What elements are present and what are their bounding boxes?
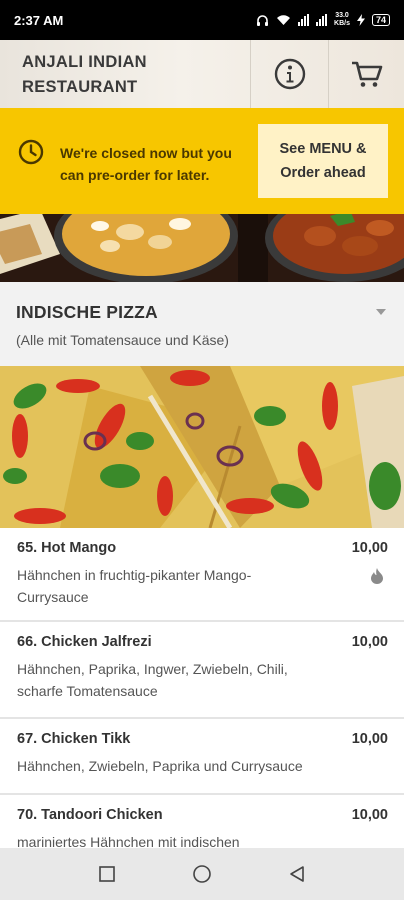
info-icon (274, 58, 305, 90)
category-title: INDISCHE PIZZA (16, 302, 158, 322)
app-header: ANJALI INDIAN RESTAURANT (0, 40, 404, 108)
item-description: Hähnchen in fruchtig-pikanter Mango- Cur… (17, 567, 252, 605)
closed-message: We're closed now but you can pre-order f… (18, 136, 258, 186)
back-icon[interactable] (288, 865, 306, 883)
cart-icon (351, 61, 382, 87)
item-name: 66. Chicken Jalfrezi (17, 634, 152, 650)
status-time: 2:37 AM (14, 12, 64, 28)
item-price: 10,00 (351, 807, 388, 823)
item-name: 65. Hot Mango (17, 540, 117, 556)
status-bar: 2:37 AM 33.0 KB/s 74 (0, 0, 404, 40)
item-description: Hähnchen, Paprika, Ingwer, Zwiebeln, Chi… (17, 661, 288, 699)
home-icon[interactable] (192, 864, 212, 884)
cart-button[interactable] (328, 40, 404, 108)
charging-icon (356, 14, 365, 26)
item-name: 67. Chicken Tikk (17, 731, 131, 747)
clock-icon (18, 139, 44, 165)
category-subtitle: (Alle mit Tomatensauce und Käse) (16, 332, 229, 348)
category-image (0, 366, 404, 528)
menu-item[interactable]: 66. Chicken Jalfrezi 10,00 Hähnchen, Pap… (0, 622, 404, 719)
closed-banner: We're closed now but you can pre-order f… (0, 108, 404, 214)
signal-icon (298, 14, 310, 26)
item-description: Hähnchen, Zwiebeln, Paprika und Currysau… (17, 758, 303, 774)
menu-item-list: 65. Hot Mango 10,00 Hähnchen in fruchtig… (0, 528, 404, 855)
category-header[interactable]: INDISCHE PIZZA (Alle mit Tomatensauce un… (0, 282, 404, 366)
status-icons: 33.0 KB/s 74 (256, 12, 390, 28)
info-button[interactable] (250, 40, 328, 108)
item-price: 10,00 (351, 731, 388, 747)
food-photo (0, 214, 404, 282)
wifi-icon (277, 15, 291, 25)
menu-item[interactable]: 70. Tandoori Chicken 10,00 mariniertes H… (0, 795, 404, 855)
closed-text: We're closed now but you can pre-order f… (60, 145, 232, 183)
recent-apps-icon[interactable] (98, 865, 116, 883)
item-name: 70. Tandoori Chicken (17, 807, 163, 823)
menu-item[interactable]: 65. Hot Mango 10,00 Hähnchen in fruchtig… (0, 528, 404, 622)
restaurant-name: ANJALI INDIAN RESTAURANT (22, 53, 147, 96)
signal-icon-2 (316, 14, 328, 26)
food-banner-image (0, 214, 404, 282)
see-menu-order-ahead-button[interactable]: See MENU & Order ahead (258, 124, 388, 198)
item-price: 10,00 (351, 634, 388, 650)
item-price: 10,00 (351, 540, 388, 556)
system-nav-bar (0, 848, 404, 900)
spicy-flame-icon (371, 568, 383, 584)
headphones-icon (257, 14, 269, 26)
battery-indicator: 74 (371, 14, 390, 26)
net-speed: 33.0 KB/s (334, 12, 350, 27)
menu-item[interactable]: 67. Chicken Tikk 10,00 Hähnchen, Zwiebel… (0, 719, 404, 795)
chevron-down-icon[interactable] (376, 309, 386, 315)
pizza-photo (0, 366, 404, 528)
